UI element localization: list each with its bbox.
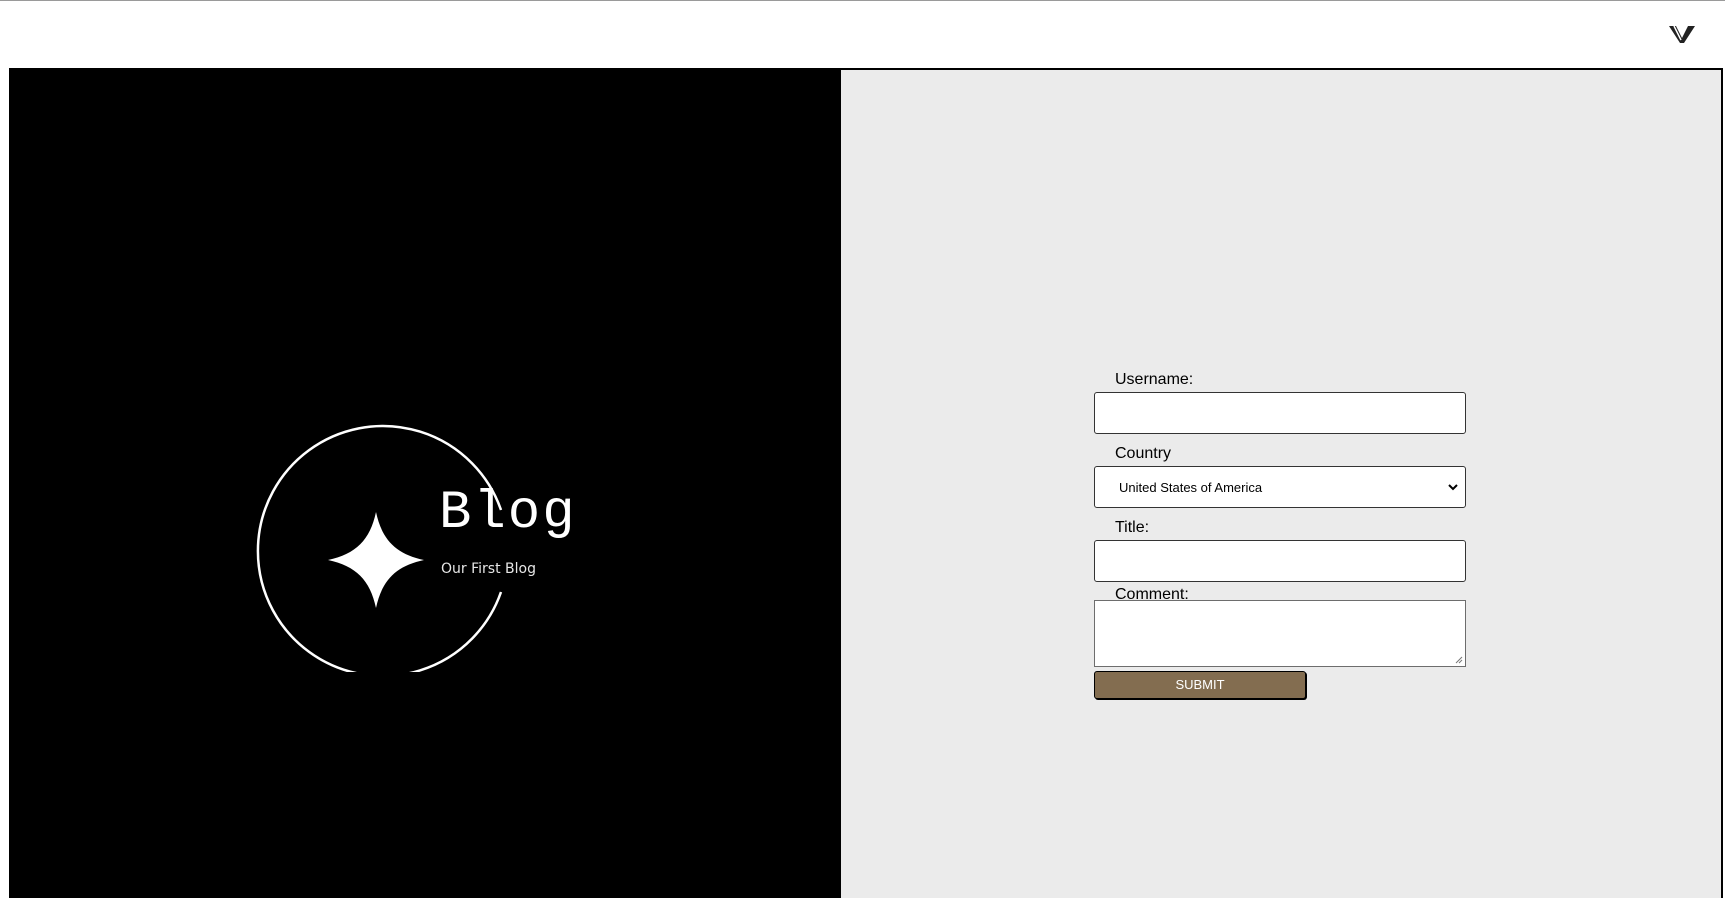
page-frame: Blog Our First Blog Username: Country Un… — [9, 68, 1723, 898]
username-label: Username: — [1115, 371, 1194, 388]
comment-label: Comment: — [1115, 586, 1189, 603]
chevron-down-icon — [1448, 484, 1458, 491]
submit-button[interactable]: SUBMIT — [1094, 671, 1306, 699]
resize-grip-icon[interactable] — [1455, 656, 1463, 664]
blog-subtitle: Our First Blog — [441, 561, 536, 577]
brand-panel: Blog Our First Blog — [11, 70, 841, 898]
country-selected-value: United States of America — [1119, 479, 1263, 495]
title-input[interactable] — [1094, 540, 1466, 582]
country-select[interactable]: United States of America — [1094, 466, 1466, 508]
comment-form: Username: Country United States of Ameri… — [1094, 370, 1466, 699]
blog-logo: Blog Our First Blog — [251, 412, 601, 672]
username-input[interactable] — [1094, 392, 1466, 434]
comment-textarea[interactable] — [1094, 600, 1466, 667]
blog-title: Blog — [439, 483, 577, 544]
country-label: Country — [1115, 445, 1172, 462]
v-logo-icon[interactable] — [1668, 23, 1696, 45]
top-bar — [0, 0, 1725, 69]
four-point-star-icon — [328, 512, 424, 608]
form-panel: Username: Country United States of Ameri… — [841, 70, 1721, 898]
title-label: Title: — [1115, 519, 1150, 536]
